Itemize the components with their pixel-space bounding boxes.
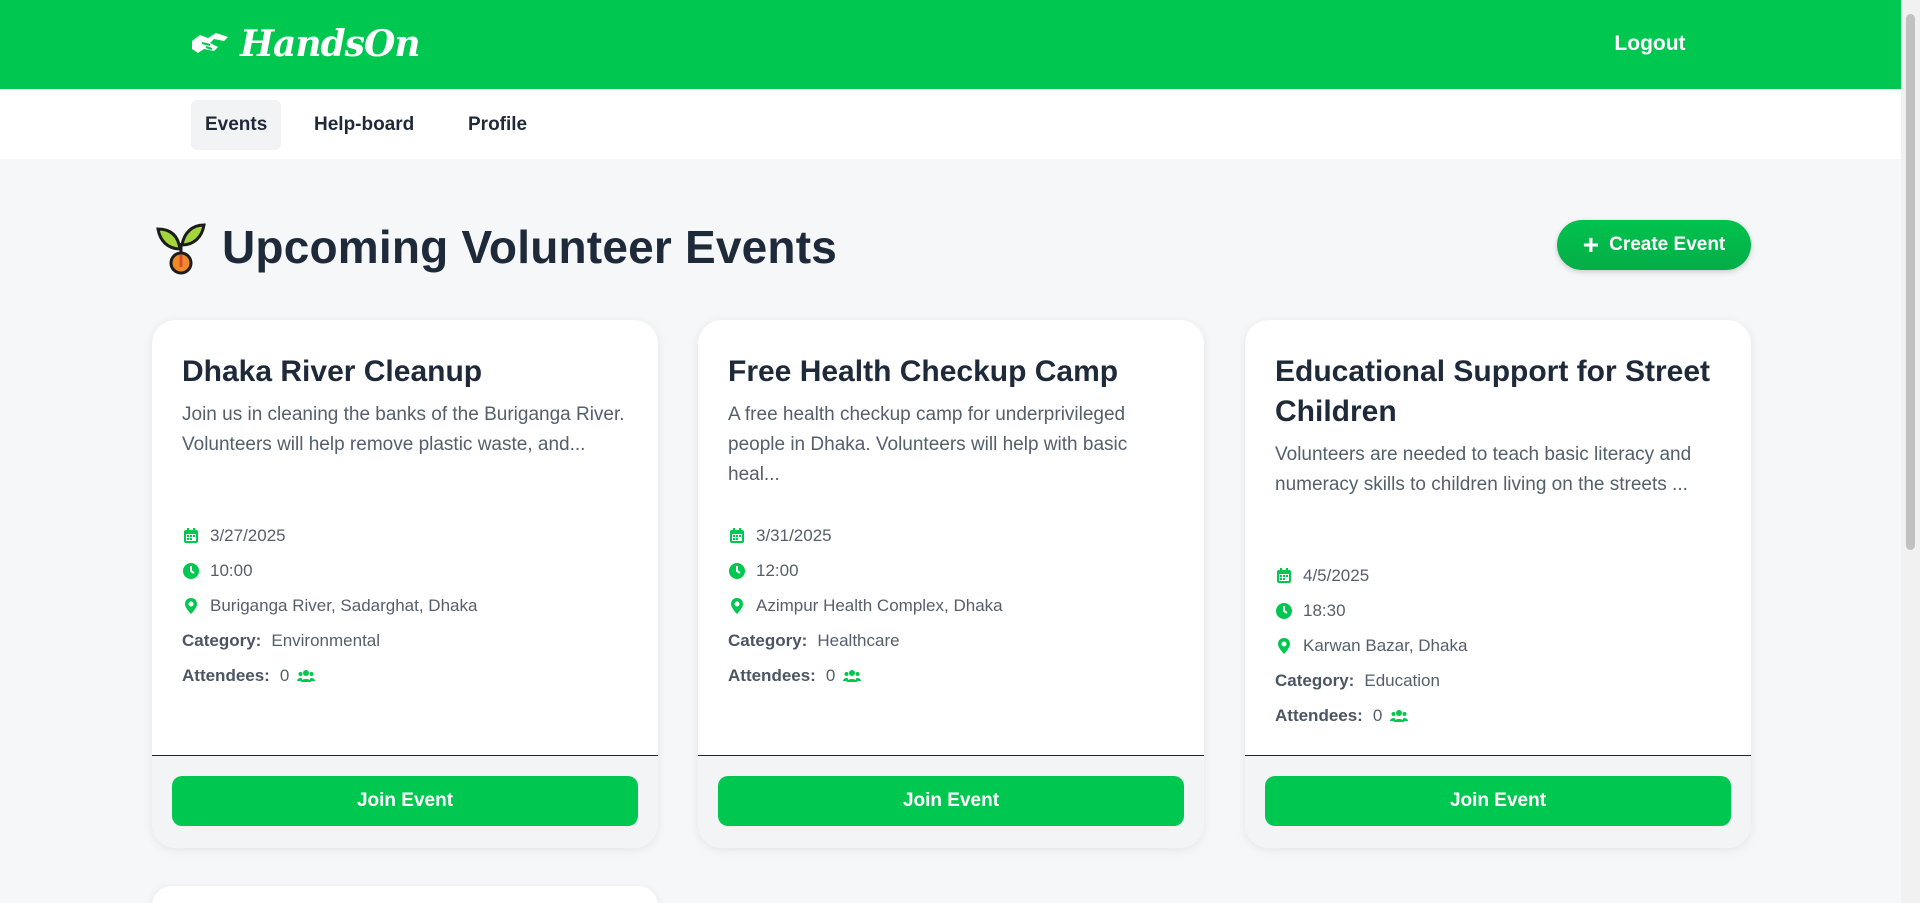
calendar-icon	[184, 527, 198, 543]
clock-icon	[1276, 602, 1292, 619]
page-scrollbar[interactable]	[1901, 0, 1920, 903]
event-title: Dhaka River Cleanup	[182, 355, 483, 388]
card-footer: Join Event	[1245, 755, 1751, 848]
map-pin-icon	[1278, 637, 1290, 654]
app-logo[interactable]: HandsOn	[190, 22, 420, 66]
event-meta: 4/5/2025 18:30 Karwan Bazar, Dhaka Categ…	[1275, 558, 1725, 733]
event-date-value: 3/31/2025	[756, 525, 832, 545]
event-category: Category: Environmental	[182, 623, 632, 658]
event-location: Azimpur Health Complex, Dhaka	[728, 588, 1178, 623]
event-location: Karwan Bazar, Dhaka	[1275, 628, 1725, 663]
create-event-button[interactable]: + Create Event	[1557, 220, 1751, 270]
attendees-label: Attendees:	[728, 665, 816, 685]
event-category-value: Healthcare	[817, 630, 900, 650]
page-heading: Upcoming Volunteer Events	[222, 221, 838, 273]
event-location-value: Buriganga River, Sadarghat, Dhaka	[210, 595, 478, 615]
event-category: Category: Education	[1275, 663, 1725, 698]
logout-button[interactable]: Logout	[1600, 26, 1700, 62]
users-icon	[843, 669, 862, 682]
event-time: 10:00	[182, 553, 632, 588]
event-card: Dhaka River Cleanup Join us in cleaning …	[152, 320, 658, 848]
category-label: Category:	[1275, 670, 1355, 690]
nav-item-profile[interactable]: Profile	[454, 100, 541, 150]
event-card: Free Health Checkup Camp A free health c…	[698, 320, 1204, 848]
event-attendees-value: 0	[825, 665, 836, 685]
event-description: Volunteers are needed to teach basic lit…	[1275, 444, 1692, 495]
event-location-value: Azimpur Health Complex, Dhaka	[756, 595, 1003, 615]
event-category: Category: Healthcare	[728, 623, 1178, 658]
event-title: Free Health Checkup Camp	[728, 355, 1119, 388]
event-time-value: 18:30	[1303, 600, 1346, 620]
calendar-icon	[1277, 567, 1291, 583]
secondary-nav: Events Help-board Profile	[0, 89, 1901, 159]
join-event-button[interactable]: Join Event	[1265, 776, 1731, 826]
scrollbar-thumb[interactable]	[1906, 14, 1915, 550]
event-time: 18:30	[1275, 593, 1725, 628]
card-footer: Join Event	[152, 755, 658, 848]
event-attendees: Attendees: 0	[182, 658, 632, 693]
event-date-value: 4/5/2025	[1303, 565, 1370, 585]
event-attendees: Attendees: 0	[728, 658, 1178, 693]
clock-icon	[729, 562, 745, 579]
event-location: Buriganga River, Sadarghat, Dhaka	[182, 588, 632, 623]
event-description: Join us in cleaning the banks of the Bur…	[182, 404, 625, 455]
category-label: Category:	[182, 630, 262, 650]
event-title: Educational Support for Street Children	[1275, 355, 1711, 428]
event-card: Educational Support for Street Children …	[1245, 320, 1751, 848]
event-location-value: Karwan Bazar, Dhaka	[1303, 635, 1468, 655]
seedling-icon	[156, 223, 206, 275]
create-event-label: Create Event	[1609, 234, 1726, 255]
attendees-label: Attendees:	[182, 665, 270, 685]
attendees-label: Attendees:	[1275, 705, 1363, 725]
calendar-icon	[730, 527, 744, 543]
category-label: Category:	[728, 630, 808, 650]
event-time-value: 10:00	[210, 560, 253, 580]
nav-item-events[interactable]: Events	[191, 100, 282, 150]
card-footer: Join Event	[698, 755, 1204, 848]
plus-icon: +	[1582, 229, 1600, 260]
event-card-partial	[152, 886, 658, 903]
event-category-value: Education	[1364, 670, 1440, 690]
logo-text: HandsOn	[240, 23, 420, 65]
map-pin-icon	[185, 597, 197, 614]
event-date: 3/27/2025	[182, 518, 632, 553]
users-icon	[1390, 709, 1409, 722]
users-icon	[297, 669, 316, 682]
event-date: 3/31/2025	[728, 518, 1178, 553]
clock-icon	[183, 562, 199, 579]
handshake-icon	[192, 33, 228, 53]
event-date-value: 3/27/2025	[210, 525, 286, 545]
join-event-button[interactable]: Join Event	[172, 776, 638, 826]
event-meta: 3/27/2025 10:00 Buriganga River, Sadargh…	[182, 518, 632, 693]
nav-item-help-board[interactable]: Help-board	[300, 100, 428, 150]
event-attendees: Attendees: 0	[1275, 698, 1725, 733]
top-header: HandsOn Logout	[0, 0, 1901, 89]
event-attendees-value: 0	[279, 665, 290, 685]
event-attendees-value: 0	[1372, 705, 1383, 725]
event-meta: 3/31/2025 12:00 Azimpur Health Complex, …	[728, 518, 1178, 693]
event-time-value: 12:00	[756, 560, 799, 580]
join-event-button[interactable]: Join Event	[718, 776, 1184, 826]
event-time: 12:00	[728, 553, 1178, 588]
page-title: Upcoming Volunteer Events	[154, 215, 837, 279]
event-date: 4/5/2025	[1275, 558, 1725, 593]
map-pin-icon	[731, 597, 743, 614]
event-description: A free health checkup camp for underpriv…	[728, 404, 1128, 485]
event-category-value: Environmental	[271, 630, 381, 650]
